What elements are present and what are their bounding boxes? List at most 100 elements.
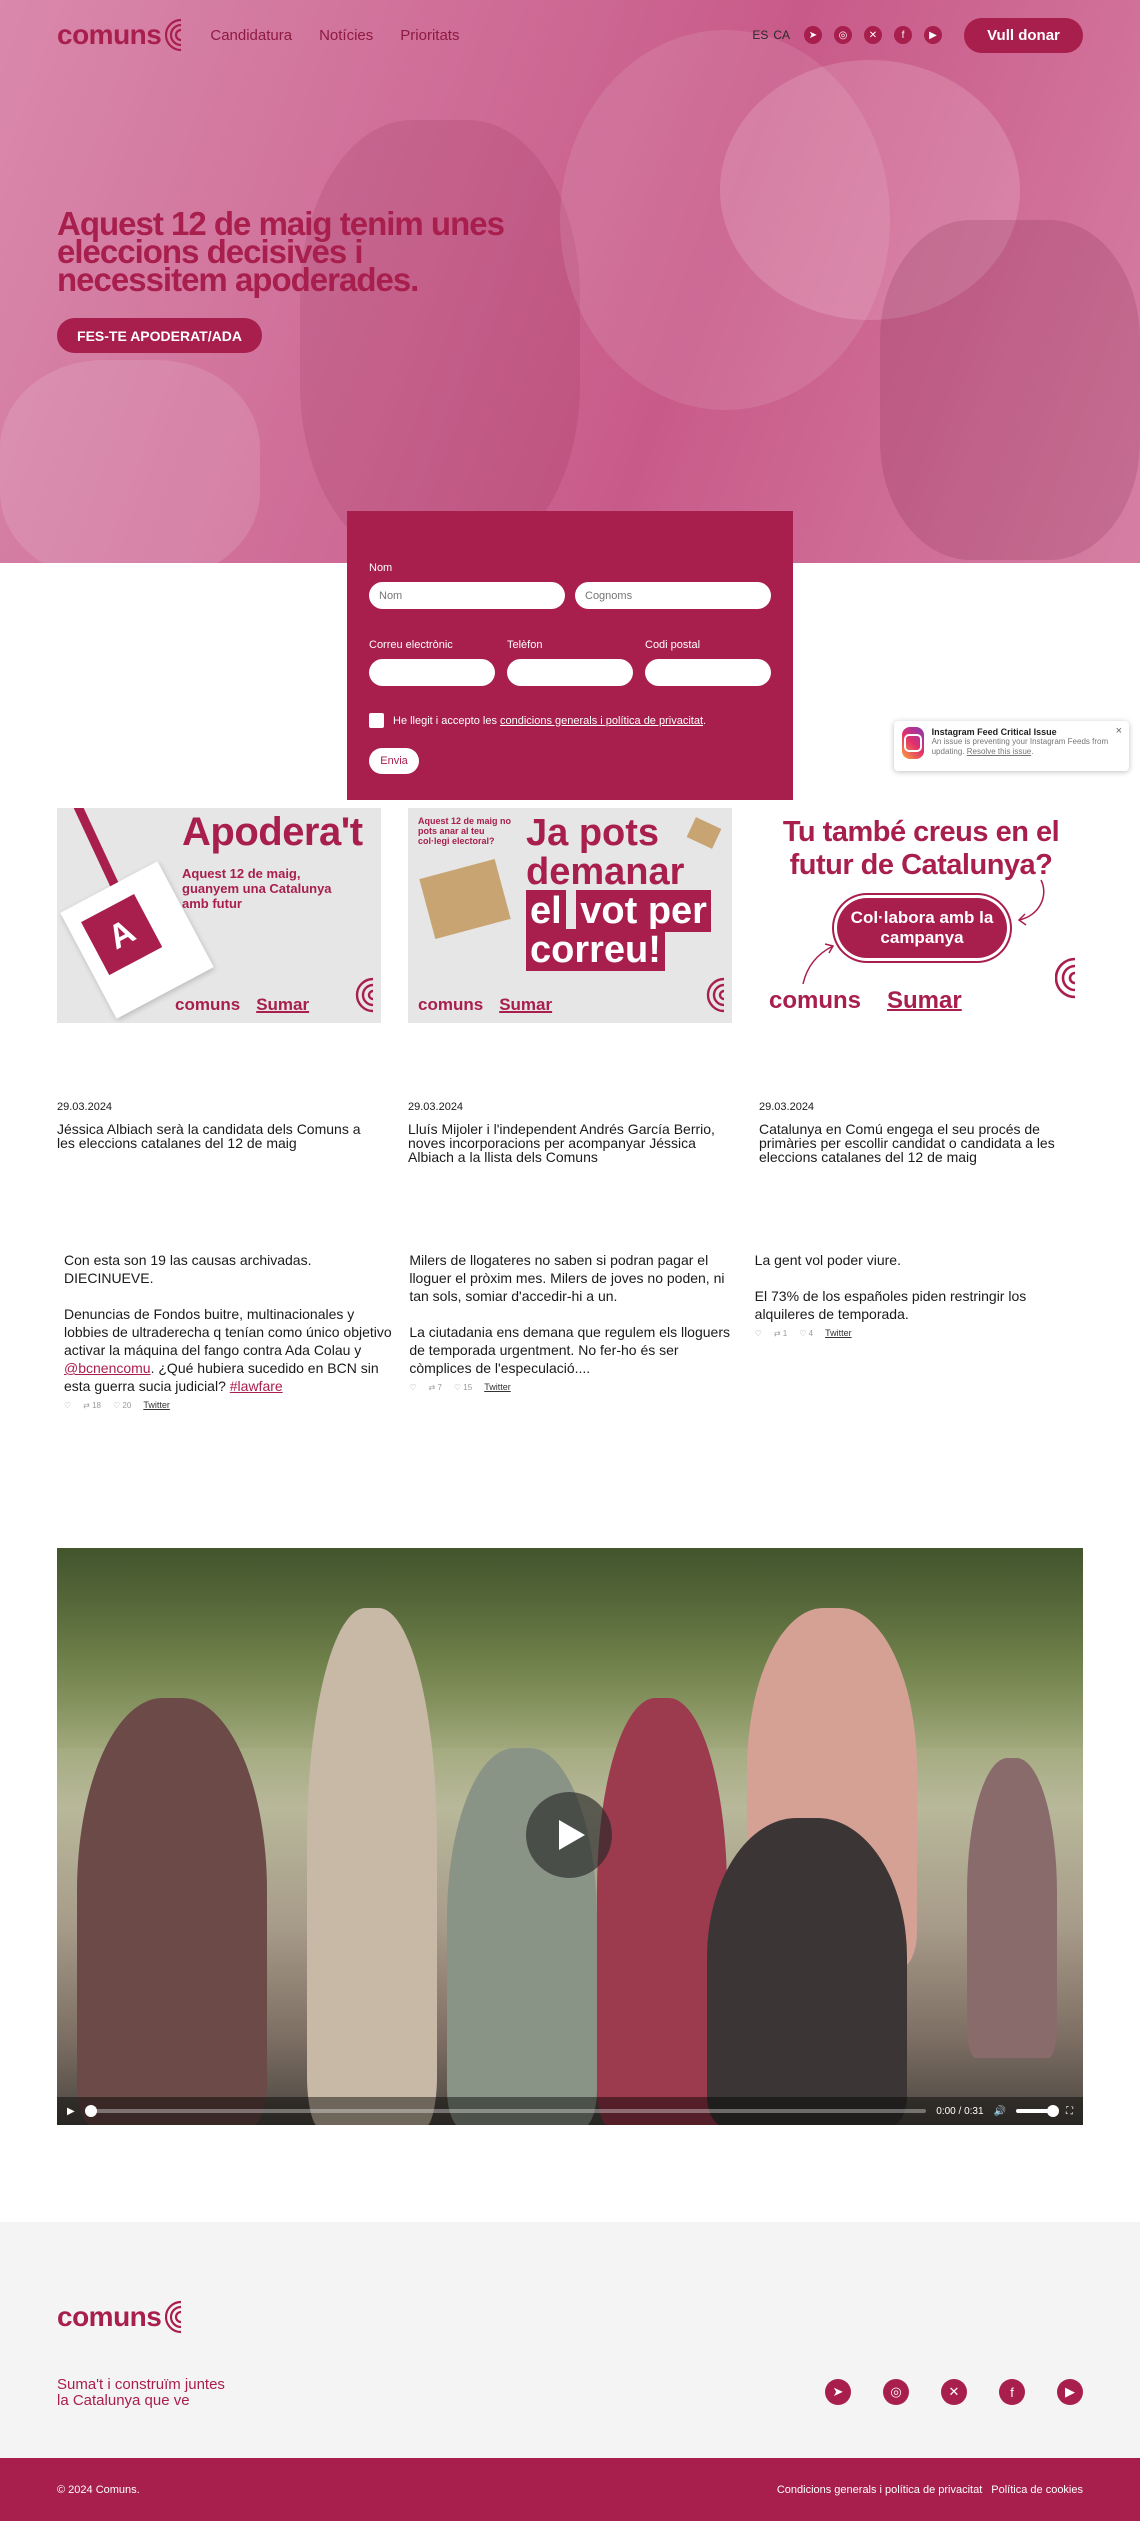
tweet-card: Con esta son 19 las causas archivadas. D… (64, 1251, 392, 1410)
cookie-policy-link[interactable]: Política de cookies (991, 2484, 1083, 2496)
instagram-notice: Instagram Feed Critical Issue An issue i… (894, 721, 1129, 771)
youtube-icon[interactable]: ▶ (924, 26, 942, 44)
postal-code-input[interactable] (645, 659, 771, 686)
footer-logo[interactable]: comuns (57, 2300, 183, 2334)
volume-icon[interactable]: 🔊 (994, 2106, 1006, 2117)
surname-input[interactable] (575, 582, 771, 609)
video-progress-bar[interactable] (84, 2105, 927, 2117)
brand-sumar: Sumar (256, 995, 310, 1014)
hero-photo-shape (300, 120, 580, 560)
nav-candidatura[interactable]: Candidatura (210, 27, 292, 44)
logo-text: comuns (57, 19, 162, 50)
news-item[interactable]: 29.03.2024 Jéssica Albiach serà la candi… (57, 1101, 381, 1164)
video-figure (307, 1608, 437, 2125)
become-representative-button[interactable]: FES-TE APODERAT/ADA (57, 318, 262, 353)
logo-text: comuns (57, 2301, 162, 2332)
brand-comuns: comuns (418, 995, 484, 1014)
consent-prefix: He llegit i accepto les (393, 714, 500, 727)
brand-comuns: comuns (769, 987, 862, 1014)
footer-main: comuns Suma't i construïm juntes la Cata… (0, 2222, 1140, 2458)
consent-row: He llegit i accepto les condicions gener… (369, 713, 706, 728)
news-title[interactable]: Jéssica Albiach serà la candidata dels C… (57, 1122, 381, 1150)
like-icon[interactable]: ♡ 20 (113, 1401, 131, 1410)
volume-slider[interactable] (1016, 2105, 1059, 2117)
close-icon[interactable]: × (1116, 725, 1122, 737)
facebook-icon[interactable]: f (999, 2379, 1025, 2405)
play-button[interactable] (526, 1792, 612, 1878)
news-item[interactable]: 29.03.2024 Lluís Mijoler i l'independent… (408, 1101, 732, 1164)
news-title[interactable]: Lluís Mijoler i l'independent Andrés Gar… (408, 1122, 732, 1164)
email-label: Correu electrònic (369, 639, 453, 651)
banner-small-text: Aquest 12 de maig no pots anar al teu co… (418, 816, 512, 846)
telegram-icon[interactable]: ➤ (804, 26, 822, 44)
banner-apoderat[interactable]: A Apodera't Aquest 12 de maig, guanyem u… (57, 808, 381, 1023)
youtube-icon[interactable]: ▶ (1057, 2379, 1083, 2405)
tweet-actions: ♡ ⇄ 1 ♡ 4 Twitter (755, 1328, 1083, 1338)
retweet-icon[interactable]: ⇄ 18 (83, 1401, 101, 1410)
progress-handle[interactable] (84, 2105, 97, 2117)
banner-title: Tu també creus en el futur de Catalunya? (782, 816, 1060, 881)
name-input[interactable] (369, 582, 565, 609)
email-input[interactable] (369, 659, 495, 686)
news-title[interactable]: Catalunya en Comú engega el seu procés d… (759, 1122, 1083, 1164)
brand-comuns: comuns (175, 995, 241, 1014)
privacy-link[interactable]: condicions generals i política de privac… (500, 715, 703, 727)
name-label: Nom (369, 562, 393, 574)
reply-icon[interactable]: ♡ (755, 1329, 762, 1338)
collaborate-pill: Col·labora amb la campanya (837, 898, 1007, 958)
logo[interactable]: comuns (57, 18, 183, 52)
retweet-count: 1 (782, 1328, 788, 1338)
banner-brands: comuns Sumar (175, 995, 309, 1015)
retweet-icon[interactable]: ⇄ 7 (429, 1383, 442, 1392)
video-figure (967, 1758, 1057, 2058)
resolve-issue-link[interactable]: Resolve this issue (967, 747, 1031, 756)
brand-sumar: Sumar (499, 995, 553, 1014)
arrow-icon (1017, 879, 1045, 926)
banner-collabora[interactable]: Tu també creus en el futur de Catalunya?… (759, 808, 1083, 1023)
twitter-source-link[interactable]: Twitter (143, 1400, 170, 1410)
hashtag-link[interactable]: #lawfare (230, 1378, 283, 1394)
instagram-icon[interactable]: ◎ (883, 2379, 909, 2405)
retweet-icon[interactable]: ⇄ 1 (774, 1329, 787, 1338)
top-nav: comuns Candidatura Notícies Prioritats E… (0, 0, 1140, 70)
like-icon[interactable]: ♡ 4 (799, 1329, 813, 1338)
play-icon[interactable]: ▶ (67, 2106, 75, 2117)
reply-icon[interactable]: ♡ (64, 1401, 71, 1410)
consent-text: He llegit i accepto les condicions gener… (393, 715, 706, 727)
footer-tagline: Suma't i construïm juntes la Catalunya q… (57, 2376, 225, 2409)
news-item[interactable]: 29.03.2024 Catalunya en Comú engega el s… (759, 1101, 1083, 1164)
twitter-source-link[interactable]: Twitter (484, 1382, 511, 1392)
footer-social-links: ➤ ◎ ✕ f ▶ (825, 2379, 1083, 2405)
consent-checkbox[interactable] (369, 713, 384, 728)
like-count: 20 (122, 1400, 132, 1410)
telegram-icon[interactable]: ➤ (825, 2379, 851, 2405)
arc-logo-icon (1055, 957, 1076, 999)
banner-vot-correu[interactable]: Aquest 12 de maig no pots anar al teu co… (408, 808, 732, 1023)
submit-button[interactable]: Envia (369, 748, 419, 774)
reply-icon[interactable]: ♡ (409, 1383, 416, 1392)
signup-section: Nom Correu electrònic Telèfon Codi posta… (0, 511, 1140, 800)
nav-noticies[interactable]: Notícies (319, 27, 373, 44)
brand-sumar: Sumar (887, 987, 962, 1014)
banner-subtitle: Aquest 12 de maig, guanyem una Catalunya… (182, 866, 332, 911)
nav-prioritats[interactable]: Prioritats (400, 27, 459, 44)
copyright: © 2024 Comuns. (57, 2483, 140, 2496)
news-list: 29.03.2024 Jéssica Albiach serà la candi… (0, 1101, 1140, 1164)
mention-link[interactable]: @bcnencomu (64, 1360, 151, 1376)
donate-button[interactable]: Vull donar (964, 17, 1083, 53)
twitter-source-link[interactable]: Twitter (825, 1328, 852, 1338)
like-icon[interactable]: ♡ 15 (454, 1383, 472, 1392)
lang-es[interactable]: ES (752, 28, 768, 42)
facebook-icon[interactable]: f (894, 26, 912, 44)
x-icon[interactable]: ✕ (941, 2379, 967, 2405)
privacy-policy-link[interactable]: Condicions generals i política de privac… (777, 2484, 982, 2496)
phone-input[interactable] (507, 659, 633, 686)
news-date: 29.03.2024 (759, 1101, 815, 1113)
fullscreen-icon[interactable]: ⛶ (1066, 2106, 1073, 2117)
instagram-icon[interactable]: ◎ (834, 26, 852, 44)
lang-ca[interactable]: CA (773, 28, 790, 42)
volume-handle[interactable] (1047, 2105, 1059, 2117)
video-player[interactable]: ▶ 0:00 / 0:31 🔊 ⛶ (57, 1548, 1083, 2125)
news-date: 29.03.2024 (408, 1101, 464, 1113)
x-icon[interactable]: ✕ (864, 26, 882, 44)
